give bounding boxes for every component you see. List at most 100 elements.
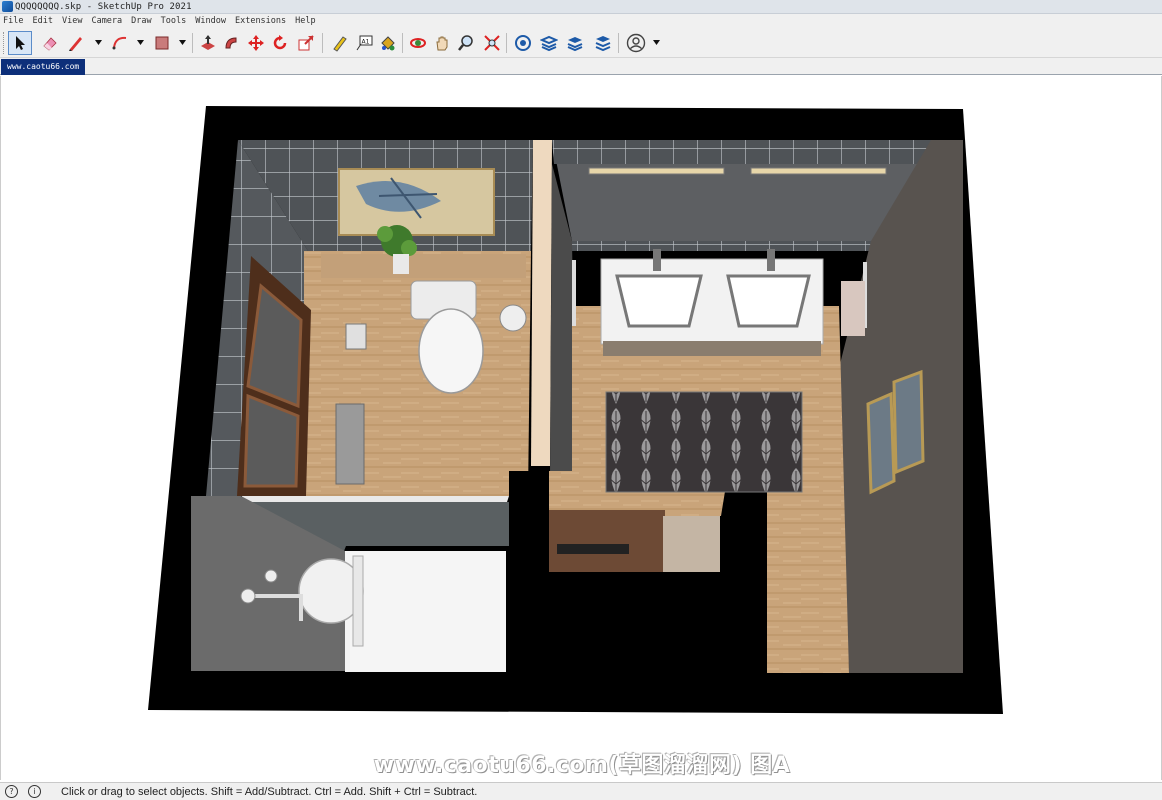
rotate-tool-button[interactable] [268, 31, 292, 55]
extension-warehouse-icon [540, 35, 558, 52]
tape-measure-icon [333, 36, 347, 52]
status-message: Click or drag to select objects. Shift =… [61, 785, 478, 798]
layout-icon [567, 37, 583, 52]
framed-artwork-2 [892, 369, 925, 475]
svg-text:A1: A1 [362, 39, 370, 46]
account-button[interactable] [624, 31, 648, 55]
shower-tray [345, 551, 506, 672]
storage-cabinet [549, 510, 665, 572]
arc-icon [112, 36, 127, 50]
right-basin [726, 274, 811, 328]
zoom-icon [458, 35, 473, 51]
orbit-tool-button[interactable] [406, 31, 430, 55]
text-icon: A1 [356, 35, 373, 51]
menu-bar: File Edit View Camera Draw Tools Window … [0, 14, 1162, 28]
zoom-tool-button[interactable] [454, 31, 478, 55]
patterned-rug [605, 391, 803, 493]
follow-me-icon [225, 37, 237, 49]
eraser-icon [43, 37, 57, 51]
3d-warehouse-button[interactable] [511, 31, 535, 55]
status-bar: ? i Click or drag to select objects. Shi… [0, 782, 1162, 800]
rectangle-tool-button[interactable] [150, 31, 174, 55]
towel-radiator [335, 403, 365, 485]
toolbar-separator [506, 33, 507, 53]
move-tool-button[interactable] [244, 31, 268, 55]
title-bar: QQQQQQQQ.skp - SketchUp Pro 2021 [0, 0, 1162, 14]
scene-tab[interactable]: www.caotu66.com [1, 59, 86, 75]
paint-bucket-tool-button[interactable] [376, 31, 400, 55]
account-dropdown-caret[interactable] [652, 38, 660, 46]
orbit-icon [410, 38, 426, 48]
line-dropdown-caret[interactable] [94, 38, 102, 46]
menu-window[interactable]: Window [195, 16, 226, 26]
menu-view[interactable]: View [62, 16, 82, 26]
shape-dropdown-caret[interactable] [178, 38, 186, 46]
account-icon [626, 33, 646, 53]
toilet-bowl [418, 308, 484, 394]
hand-towel [841, 281, 865, 336]
toolbar-separator [402, 33, 403, 53]
toolbar-separator [192, 33, 193, 53]
chevron-down-icon [136, 39, 144, 45]
toilet-roll-holder [345, 323, 367, 350]
eraser-tool-button[interactable] [38, 31, 62, 55]
follow-me-tool-button[interactable] [220, 31, 244, 55]
left-basin [615, 274, 703, 328]
layout-button[interactable] [563, 31, 587, 55]
zoom-extents-icon [484, 35, 500, 51]
right-faucet [767, 249, 775, 271]
framed-artwork-1 [866, 391, 896, 495]
arc-tool-button[interactable] [108, 31, 132, 55]
tape-measure-tool-button[interactable] [328, 31, 352, 55]
extension-manager-icon [595, 36, 611, 52]
sketchup-logo-icon [2, 1, 13, 12]
push-pull-tool-button[interactable] [196, 31, 220, 55]
scene-tab-bar: www.caotu66.com [0, 58, 1162, 75]
laundry-basket [663, 516, 720, 572]
vanity-cabinet [603, 341, 821, 356]
extension-manager-button[interactable] [591, 31, 615, 55]
info-icon[interactable]: i [28, 785, 41, 798]
pan-tool-button[interactable] [430, 31, 454, 55]
chevron-down-icon [652, 39, 660, 45]
text-tool-button[interactable]: A1 [352, 31, 376, 55]
menu-draw[interactable]: Draw [131, 16, 151, 26]
toolbar-separator [618, 33, 619, 53]
cabinet-handle [557, 544, 629, 554]
move-icon [248, 35, 264, 51]
scale-tool-button[interactable] [294, 31, 318, 55]
toilet-paper-holder [499, 304, 527, 332]
window-title: QQQQQQQQ.skp - SketchUp Pro 2021 [15, 1, 192, 12]
rotate-icon [273, 35, 287, 50]
mirror-light-left [588, 167, 725, 175]
zoom-extents-tool-button[interactable] [480, 31, 504, 55]
select-icon [16, 36, 25, 50]
pencil-line-icon [69, 37, 82, 51]
menu-edit[interactable]: Edit [32, 16, 52, 26]
wooden-shelf [321, 254, 526, 278]
extension-warehouse-button[interactable] [537, 31, 561, 55]
menu-help[interactable]: Help [295, 16, 315, 26]
line-tool-button[interactable] [64, 31, 88, 55]
select-tool-button[interactable] [8, 31, 32, 55]
menu-extensions[interactable]: Extensions [235, 16, 286, 26]
bathroom-model[interactable] [1, 76, 1161, 780]
toolbar-separator [322, 33, 323, 53]
menu-file[interactable]: File [3, 16, 23, 26]
toolbar-grip[interactable] [3, 32, 6, 54]
paint-bucket-icon [381, 36, 395, 51]
left-faucet [653, 249, 661, 271]
menu-camera[interactable]: Camera [91, 16, 122, 26]
model-viewport[interactable]: www.caotu66.com(草图溜溜网) 图A [0, 76, 1162, 780]
menu-tools[interactable]: Tools [161, 16, 187, 26]
arc-dropdown-caret[interactable] [136, 38, 144, 46]
help-circle-icon[interactable]: ? [5, 785, 18, 798]
shower-screen-rail [242, 496, 509, 502]
pan-icon [436, 36, 448, 51]
toolbar: A1 [0, 28, 1162, 58]
watermark-text: www.caotu66.com(草图溜溜网) 图A [373, 753, 791, 778]
mirror-light-right [750, 167, 887, 175]
toilet-room [206, 140, 533, 551]
chevron-down-icon [94, 39, 102, 45]
rectangle-icon [155, 36, 169, 50]
